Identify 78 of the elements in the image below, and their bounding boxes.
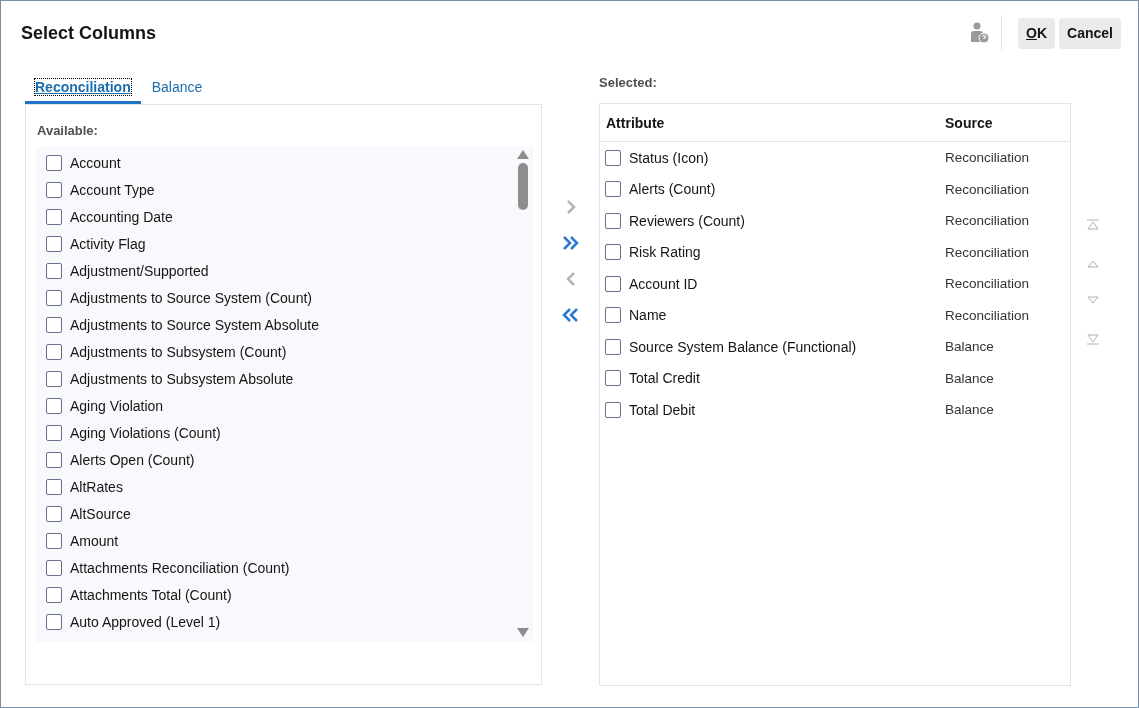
table-cell: Alerts (Count) [629,181,716,198]
double-chevron-left-icon[interactable] [560,307,581,323]
checkbox[interactable] [46,451,62,468]
item-label: AltRates [70,478,123,495]
available-label: Available: [36,122,99,140]
item-label: Account [70,154,121,171]
item-label: Accounting Date [70,208,173,225]
checkbox[interactable] [605,370,621,387]
table-cell: Reconciliation [945,213,1030,229]
item-label: Amount [70,532,119,549]
tab[interactable]: Balance [141,65,213,104]
table-cell: Total Debit [629,401,696,418]
user-help-icon[interactable] [971,22,990,44]
ok-button[interactable]: OK [1018,17,1056,49]
tab[interactable]: Reconciliation [25,65,141,104]
checkbox[interactable] [46,532,62,549]
table-cell: Reconciliation [945,276,1030,292]
item-label: Adjustments to Subsystem Absolute [70,370,294,387]
table-cell: Total Credit [629,370,700,387]
item-label: Activity Flag [70,235,146,252]
item-label: Adjustments to Subsystem (Count) [70,343,287,360]
scroll-down-icon[interactable] [517,628,529,637]
item-label: Adjustments to Source System (Count) [70,289,312,306]
checkbox[interactable] [46,397,62,414]
table-cell: Risk Rating [629,244,701,261]
table-cell: Status (Icon) [629,149,709,166]
item-label: Aging Violations (Count) [70,424,221,441]
cancel-button[interactable]: Cancel [1059,17,1121,49]
table-cell: Reconciliation [945,181,1030,197]
item-label: Adjustments to Source System Absolute [70,316,319,333]
checkbox[interactable] [46,343,62,360]
item-label: Auto Approved (Level 1) [70,613,221,630]
column-header: Attribute [605,114,666,131]
checkbox[interactable] [46,424,62,441]
scrollbar-thumb[interactable] [518,163,528,210]
table-cell: Source System Balance (Functional) [629,338,857,355]
checkbox[interactable] [46,559,62,576]
checkbox[interactable] [605,275,621,292]
checkbox[interactable] [605,338,621,355]
checkbox[interactable] [605,401,621,418]
checkbox[interactable] [46,586,62,603]
checkbox[interactable] [605,181,621,198]
checkbox[interactable] [46,613,62,630]
table-cell: Reconciliation [945,307,1030,323]
table-cell: Balance [945,370,994,386]
checkbox[interactable] [605,307,621,324]
checkbox[interactable] [46,478,62,495]
item-label: Alerts Open (Count) [70,451,195,468]
checkbox[interactable] [46,289,62,306]
table-cell: Balance [945,339,994,355]
checkbox[interactable] [46,370,62,387]
checkbox[interactable] [46,262,62,279]
scroll-up-icon[interactable] [517,150,529,159]
checkbox[interactable] [605,149,621,166]
checkbox[interactable] [605,244,621,261]
checkbox[interactable] [46,235,62,252]
double-chevron-right-icon[interactable] [560,235,581,251]
item-label: Adjustment/Supported [70,262,209,279]
checkbox[interactable] [46,181,62,198]
dialog-title: Select Columns [21,22,158,44]
item-label: Aging Violation [70,397,164,414]
checkbox[interactable] [46,208,62,225]
checkbox[interactable] [605,212,621,229]
checkbox[interactable] [46,154,62,171]
column-header: Source [945,114,993,131]
table-cell: Account ID [629,275,698,292]
table-cell: Reviewers (Count) [629,212,745,229]
selected-label: Selected: [599,74,658,92]
table-cell: Balance [945,402,994,418]
table-cell: Reconciliation [945,150,1030,166]
item-label: Account Type [70,181,155,198]
checkbox[interactable] [46,316,62,333]
item-label: Attachments Total (Count) [70,586,232,603]
item-label: AltSource [70,505,131,522]
item-label: Attachments Reconciliation (Count) [70,559,290,576]
checkbox[interactable] [46,505,62,522]
table-cell: Reconciliation [945,244,1030,260]
table-cell: Name [629,307,667,324]
